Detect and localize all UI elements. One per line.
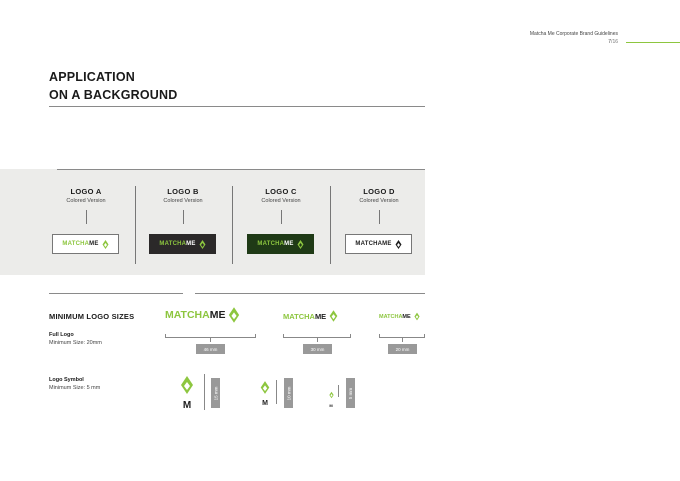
logo-variant-swatch: MATCHAME xyxy=(345,234,412,254)
logo-variant-name: LOGO D xyxy=(363,187,395,196)
variant-tick xyxy=(85,210,87,224)
logo-variant-subtitle: Colored Version xyxy=(66,198,106,204)
bracket-tick xyxy=(317,338,318,342)
leaf-icon xyxy=(328,391,334,399)
section-divider-right xyxy=(195,293,425,294)
logo-variant-subtitle: Colored Version xyxy=(359,198,399,204)
full-logo-30mm: MATCHA ME xyxy=(283,309,338,323)
logo-wordmark: MATCHAME xyxy=(159,241,196,247)
leaf-icon xyxy=(297,239,304,249)
full-logo-label: Full Logo xyxy=(49,332,74,338)
header-accent-line xyxy=(626,42,680,43)
variant-tick xyxy=(182,210,184,224)
logo-variant-name: LOGO C xyxy=(265,187,297,196)
logo-variant-name: LOGO A xyxy=(70,187,102,196)
logo-variant-swatch: MATCHAME xyxy=(52,234,119,254)
logo-variant-name: LOGO B xyxy=(167,187,199,196)
leaf-icon xyxy=(229,307,240,323)
page-title-line2: ON A BACKGROUND xyxy=(49,88,178,102)
logo-symbol-10mm: M xyxy=(260,380,270,407)
logo-symbol-min-size: Minimum Size: 5 mm xyxy=(49,385,101,391)
logo-variant-b: LOGO B Colored Version xyxy=(134,187,232,224)
page-title-line1: APPLICATION xyxy=(49,70,135,84)
size-bracket xyxy=(204,374,205,410)
leaf-icon xyxy=(329,310,338,322)
leaf-icon xyxy=(102,239,109,249)
size-label-20mm: 20 mm xyxy=(388,344,417,354)
logo-symbol-label: Logo Symbol xyxy=(49,377,84,383)
size-label-15mm: 15 mm xyxy=(211,378,220,408)
leaf-icon xyxy=(181,376,193,394)
document-title: Matcha Me Corporate Brand Guidelines xyxy=(529,31,618,37)
logo-wordmark: MATCHAME xyxy=(355,241,392,247)
page-title: APPLICATION ON A BACKGROUND xyxy=(49,68,177,104)
panel-top-rule xyxy=(57,169,425,170)
leaf-icon xyxy=(414,312,420,321)
leaf-icon xyxy=(260,381,270,394)
logo-variant-swatch: MATCHAME xyxy=(149,234,216,254)
symbol-letter: M xyxy=(262,400,268,407)
page-number: 7/16 xyxy=(608,39,618,45)
size-label-30mm: 30 mm xyxy=(303,344,332,354)
variant-tick xyxy=(280,210,282,224)
size-bracket xyxy=(338,385,339,397)
size-label-5mm: 5 mm xyxy=(346,378,355,408)
variant-tick xyxy=(378,210,380,224)
logo-variant-d: LOGO D Colored Version xyxy=(330,187,428,224)
logo-symbol-5mm: M xyxy=(328,386,334,408)
minimum-sizes-title: MINIMUM LOGO SIZES xyxy=(49,312,135,321)
section-divider-left xyxy=(49,293,183,294)
size-label-10mm: 10 mm xyxy=(284,378,293,408)
logo-variant-c: LOGO C Colored Version xyxy=(232,187,330,224)
size-label-46mm: 46 mm xyxy=(196,344,225,354)
title-divider xyxy=(49,106,425,107)
logo-symbol-15mm: M xyxy=(180,374,194,411)
logo-wordmark: MATCHAME xyxy=(62,241,99,247)
full-logo-min-size: Minimum Size: 20mm xyxy=(49,340,102,346)
logo-variant-a: LOGO A Colored Version xyxy=(37,187,135,224)
logo-symbol-spec: Logo Symbol Minimum Size: 5 mm xyxy=(49,377,100,391)
full-logo-spec: Full Logo Minimum Size: 20mm xyxy=(49,332,102,346)
logo-wordmark: MATCHAME xyxy=(257,241,294,247)
size-bracket xyxy=(276,380,277,404)
symbol-letter: M xyxy=(182,400,192,411)
page-total: 16 xyxy=(612,39,618,45)
logo-variant-swatch: MATCHAME xyxy=(247,234,314,254)
bracket-tick xyxy=(402,338,403,342)
logo-variant-subtitle: Colored Version xyxy=(163,198,203,204)
full-logo-46mm: MATCHA ME xyxy=(165,306,240,324)
symbol-letter: M xyxy=(329,403,333,408)
leaf-icon xyxy=(199,239,206,249)
bracket-tick xyxy=(210,338,211,342)
logo-variant-subtitle: Colored Version xyxy=(261,198,301,204)
full-logo-20mm: MATCHA ME xyxy=(379,312,420,321)
leaf-icon xyxy=(395,239,402,249)
